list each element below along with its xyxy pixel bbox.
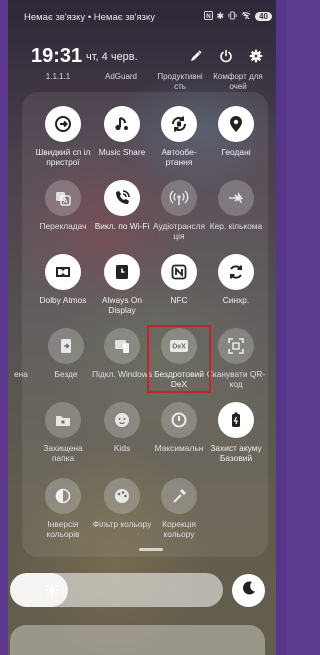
tile-music-share[interactable]: Music Share (91, 106, 153, 157)
tile-translate[interactable]: A Перекладач (32, 180, 94, 231)
right-edge (276, 0, 286, 655)
tile-dolby-atmos[interactable]: Dolby Atmos (32, 254, 94, 305)
expand-handle[interactable] (139, 548, 163, 551)
vibrate-icon (228, 11, 237, 22)
tile-always-on-display[interactable]: Always On Display (91, 254, 153, 315)
tile-label: Захист акуму Базовий (210, 443, 262, 463)
tile-label: Швидкий сп іл пристрої (35, 147, 91, 167)
tile-label: Максимальн (154, 443, 204, 453)
tile-label: Фільтр кольору (92, 519, 152, 529)
tile-label: Корекція кольору (162, 519, 196, 539)
tile-label: Always On Display (101, 295, 143, 315)
tile-label: Сканувати QR-код (206, 369, 266, 389)
tile-power-saving[interactable]: Максимальн (148, 402, 210, 453)
broadcast-icon (161, 180, 197, 216)
tile-nfc[interactable]: NFC (148, 254, 210, 305)
tile-quick-share[interactable]: Швидкий сп іл пристрої (32, 106, 94, 167)
tile-wireless-share[interactable]: Безде (35, 328, 97, 379)
power-saving-icon (161, 402, 197, 438)
tile-multi-control[interactable]: Кер. кількома (205, 180, 267, 231)
tile-label-eye-comfort: Комфорт для очей (213, 72, 263, 91)
highlight-box (147, 325, 211, 393)
color-filter-icon (104, 478, 140, 514)
tile-label: Геодані (221, 147, 251, 157)
quick-panel-screen: Немає зв'язку • Немає зв'язку N ✱ 40 19:… (0, 0, 286, 655)
quick-share-icon (45, 106, 81, 142)
qr-scan-icon (218, 328, 254, 364)
color-correction-icon (161, 478, 197, 514)
clock[interactable]: 19:31 (31, 45, 82, 68)
tile-label-1111: 1.1.1.1 (45, 72, 71, 81)
auto-rotate-icon (161, 106, 197, 142)
bottom-panel (10, 625, 265, 655)
svg-text:N: N (206, 13, 211, 20)
tile-label: Синхр. (222, 295, 250, 305)
link-windows-icon (104, 328, 140, 364)
bluetooth-icon: ✱ (216, 11, 225, 21)
music-share-icon (104, 106, 140, 142)
multi-control-icon (218, 180, 254, 216)
tile-sync[interactable]: Синхр. (205, 254, 267, 305)
gear-icon[interactable] (248, 48, 264, 64)
tile-color-correction[interactable]: Корекція кольору (148, 478, 210, 539)
sync-icon (218, 254, 254, 290)
pencil-icon[interactable] (188, 48, 204, 64)
tile-battery-protection[interactable]: Захист акуму Базовий (205, 402, 267, 463)
translate-icon: A (45, 180, 81, 216)
tile-secure-folder[interactable]: Захищена папка (32, 402, 94, 463)
secure-folder-icon (45, 402, 81, 438)
status-icons: N ✱ 40 (203, 11, 272, 22)
wireless-share-icon (48, 328, 84, 364)
tile-location[interactable]: Геодані (205, 106, 267, 157)
svg-text:A: A (63, 199, 68, 206)
kids-icon (104, 402, 140, 438)
wifi-calling-icon (104, 180, 140, 216)
tile-auto-rotate[interactable]: Автообе- ртання (148, 106, 210, 167)
header-actions (188, 48, 264, 64)
nfc-icon: N (203, 11, 213, 22)
sun-icon (44, 582, 60, 603)
tile-label: Автообе- ртання (161, 147, 197, 167)
tile-label: Кер. кількома (209, 221, 263, 231)
tile-label: Безде (54, 369, 78, 379)
invert-colors-icon (45, 478, 81, 514)
aod-icon (104, 254, 140, 290)
tile-label: Перекладач (39, 221, 87, 231)
moon-icon (241, 580, 257, 601)
tile-label: Інверсія кольорів (46, 519, 80, 539)
carrier-status: Немає зв'язку • Немає зв'язку (24, 12, 155, 23)
tile-invert-colors[interactable]: Інверсія кольорів (32, 478, 94, 539)
date[interactable]: чт, 4 черв. (86, 51, 138, 63)
tile-scan-qr[interactable]: Сканувати QR-код (205, 328, 267, 389)
tile-color-filter[interactable]: Фільтр кольору (91, 478, 153, 529)
dolby-icon (45, 254, 81, 290)
power-icon[interactable] (218, 48, 234, 64)
tile-label: Dolby Atmos (39, 295, 87, 305)
dark-mode-button[interactable] (232, 574, 265, 607)
battery-protect-icon (218, 402, 254, 438)
tile-kids[interactable]: Kids (91, 402, 153, 453)
tile-label: Аудіотрансля ція (152, 221, 205, 241)
nfc-icon (161, 254, 197, 290)
tile-label: Music Share (98, 147, 146, 157)
tile-wifi-calling[interactable]: Викл. по Wi-Fi (91, 180, 153, 231)
tile-label-adguard: AdGuard (104, 72, 138, 81)
location-icon (218, 106, 254, 142)
brightness-slider[interactable] (10, 573, 223, 607)
tile-label: Підкл. Windows (91, 369, 153, 379)
battery-badge: 40 (255, 12, 272, 21)
tile-link-windows[interactable]: Підкл. Windows (91, 328, 153, 379)
tile-label: Захищена папка (43, 443, 83, 463)
tile-audio-broadcast[interactable]: Аудіотрансля ція (148, 180, 210, 241)
tile-label: NFC (170, 295, 188, 305)
tile-label: Kids (113, 443, 131, 453)
left-edge (0, 0, 8, 655)
wifi-off-icon (241, 11, 251, 22)
tile-label: Викл. по Wi-Fi (94, 221, 150, 231)
tile-label-productivity: Продуктивні сть (157, 72, 203, 91)
